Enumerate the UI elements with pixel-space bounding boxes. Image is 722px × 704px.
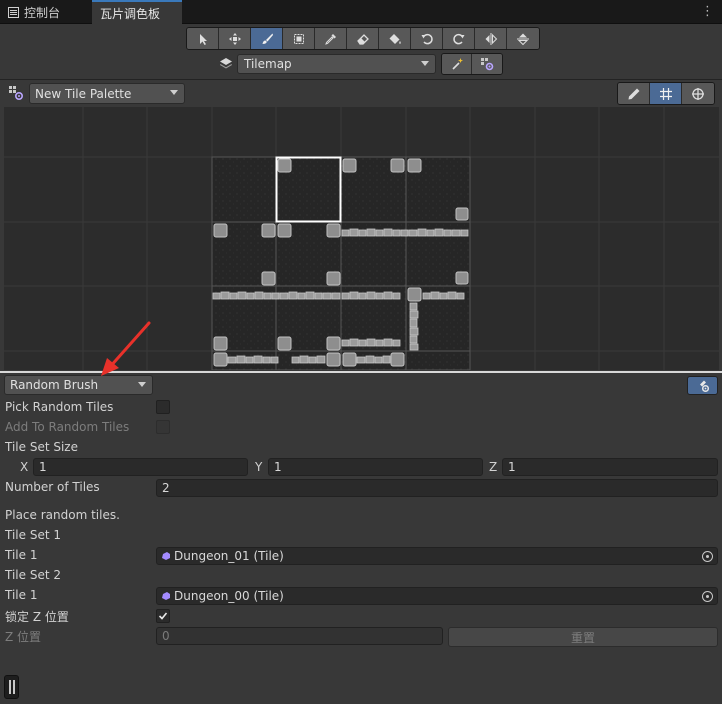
grid-icon: [659, 87, 672, 100]
z-position-value: 0: [162, 629, 170, 643]
tile-set-2-tile-label: Tile 1: [5, 588, 38, 602]
palette-dropdown[interactable]: New Tile Palette: [29, 83, 185, 104]
tile-asset-icon: [162, 552, 170, 560]
rotate-cw-tool-button[interactable]: [443, 28, 475, 49]
active-tilemap-value: Tilemap: [244, 57, 292, 71]
number-of-tiles-value: 2: [162, 481, 170, 495]
tilemap-settings-button[interactable]: [472, 54, 502, 74]
brush-info-text: Place random tiles.: [5, 508, 120, 522]
tilemap-focus-buttons: [441, 53, 503, 75]
flip-vertical-icon: [517, 33, 529, 45]
rotate-right-icon: [452, 33, 464, 44]
chevron-down-icon: [421, 61, 429, 66]
z-axis-label: Z: [489, 460, 498, 474]
tile-set-2-object-field[interactable]: Dungeon_00 (Tile): [156, 587, 718, 605]
chevron-down-icon: [170, 90, 178, 95]
box-fill-icon: [293, 33, 304, 44]
reset-z-label: 重置: [570, 630, 595, 645]
grid-gear-icon: [481, 58, 494, 71]
paint-tool-button[interactable]: [251, 28, 283, 49]
toggle-grid-button[interactable]: [650, 83, 682, 104]
tab-console[interactable]: 控制台: [0, 0, 90, 24]
rotate-ccw-tool-button[interactable]: [411, 28, 443, 49]
active-tilemap-dropdown[interactable]: Tilemap: [237, 54, 436, 74]
erase-tool-button[interactable]: [347, 28, 379, 49]
tile-asset-icon: [162, 592, 170, 600]
tab-console-label: 控制台: [24, 5, 61, 20]
tile-set-1-tile-value: Dungeon_01 (Tile): [174, 549, 284, 563]
brush-settings-button[interactable]: [687, 376, 718, 395]
tilemap-layers-icon: [220, 58, 232, 69]
picker-tool-button[interactable]: [315, 28, 347, 49]
move-icon: [228, 32, 241, 45]
select-tool-button[interactable]: [187, 28, 219, 49]
flip-y-tool-button[interactable]: [507, 28, 539, 49]
x-size-field[interactable]: 1: [33, 458, 248, 476]
add-to-random-tiles-checkbox: [156, 420, 170, 434]
brush-settings-icon: [699, 380, 709, 392]
z-position-label: Z 位置: [5, 629, 42, 644]
console-icon: [8, 6, 19, 18]
palette-grid-icon: [9, 86, 24, 101]
x-size-value: 1: [39, 460, 47, 474]
z-position-field: 0: [156, 627, 443, 645]
resize-handle[interactable]: [4, 675, 19, 699]
palette-view-buttons: [617, 82, 715, 105]
z-size-field[interactable]: 1: [502, 458, 718, 476]
gizmo-icon: [692, 87, 704, 100]
pencil-icon: [628, 88, 639, 99]
tile-set-1-object-field[interactable]: Dungeon_01 (Tile): [156, 547, 718, 565]
y-size-field[interactable]: 1: [268, 458, 483, 476]
eraser-icon: [356, 33, 369, 45]
paint-bucket-icon: [389, 33, 401, 44]
tile-set-1-title: Tile Set 1: [5, 528, 61, 542]
tab-tile-palette[interactable]: 瓦片调色板: [92, 0, 182, 24]
fill-tool-button[interactable]: [379, 28, 411, 49]
box-fill-tool-button[interactable]: [283, 28, 315, 49]
lock-z-position-checkbox[interactable]: [156, 609, 170, 623]
tile-set-2-title: Tile Set 2: [5, 568, 61, 582]
flip-horizontal-icon: [485, 32, 497, 45]
object-picker-icon[interactable]: [702, 591, 713, 602]
divider: [0, 79, 722, 80]
reset-z-button: 重置: [448, 627, 718, 647]
annotation-arrow-icon: [101, 321, 151, 376]
tab-bar: 控制台 瓦片调色板 ⋮: [0, 0, 722, 24]
move-tool-button[interactable]: [219, 28, 251, 49]
window-menu-icon[interactable]: ⋮: [701, 4, 714, 19]
tool-bar: [186, 27, 540, 50]
tile-set-1-tile-label: Tile 1: [5, 548, 38, 562]
tile-set-size-label: Tile Set Size: [5, 440, 78, 454]
pick-random-tiles-label: Pick Random Tiles: [5, 400, 114, 414]
object-picker-icon[interactable]: [702, 551, 713, 562]
number-of-tiles-label: Number of Tiles: [5, 480, 100, 494]
y-axis-label: Y: [255, 460, 263, 474]
brush-icon: [262, 33, 273, 44]
tab-tile-palette-label: 瓦片调色板: [100, 6, 161, 21]
magic-wand-icon: [451, 58, 463, 70]
palette-dropdown-value: New Tile Palette: [35, 86, 132, 101]
brush-dropdown-value: Random Brush: [10, 378, 99, 392]
lock-z-position-label: 锁定 Z 位置: [5, 609, 69, 624]
rotate-left-icon: [421, 33, 433, 44]
x-axis-label: X: [20, 460, 29, 474]
flip-x-tool-button[interactable]: [475, 28, 507, 49]
toggle-gizmos-button[interactable]: [682, 83, 714, 104]
number-of-tiles-field[interactable]: 2: [156, 479, 718, 497]
add-to-random-tiles-label: Add To Random Tiles: [5, 420, 130, 434]
focus-button[interactable]: [442, 54, 472, 74]
y-size-value: 1: [274, 460, 282, 474]
pick-random-tiles-checkbox[interactable]: [156, 400, 170, 414]
eyedropper-icon: [324, 33, 336, 45]
chevron-down-icon: [138, 382, 146, 387]
z-size-value: 1: [508, 460, 516, 474]
checkmark-icon: [158, 612, 168, 620]
arrow-cursor-icon: [199, 33, 207, 45]
edit-palette-button[interactable]: [618, 83, 650, 104]
tile-set-2-tile-value: Dungeon_00 (Tile): [174, 589, 284, 603]
